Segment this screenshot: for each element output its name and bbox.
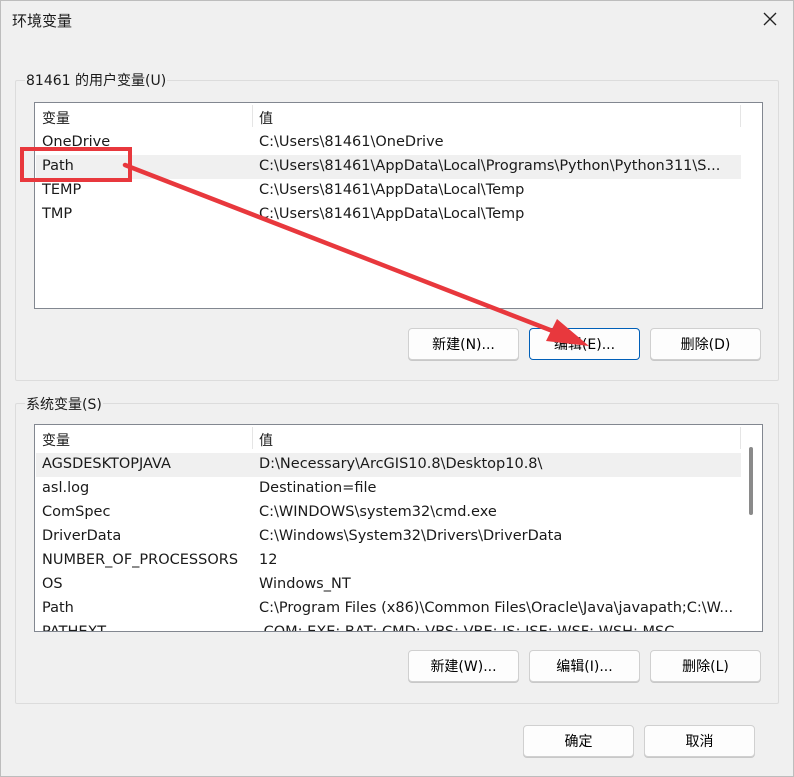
column-separator[interactable] bbox=[252, 427, 253, 449]
list-item[interactable]: Path C:\Program Files (x86)\Common Files… bbox=[36, 597, 741, 621]
column-header-variable[interactable]: 变量 bbox=[42, 108, 70, 128]
ok-button[interactable]: 确定 bbox=[523, 725, 634, 757]
list-header: 变量 值 bbox=[35, 103, 762, 129]
close-button[interactable] bbox=[747, 1, 793, 37]
close-icon bbox=[763, 12, 777, 26]
system-new-button[interactable]: 新建(W)... bbox=[408, 650, 519, 682]
variable-value: C:\Program Files (x86)\Common Files\Orac… bbox=[259, 600, 734, 616]
cancel-button[interactable]: 取消 bbox=[644, 725, 755, 757]
scrollbar-thumb[interactable] bbox=[749, 447, 753, 515]
system-delete-button[interactable]: 删除(L) bbox=[650, 650, 761, 682]
variable-name: AGSDESKTOPJAVA bbox=[42, 456, 171, 472]
column-separator[interactable] bbox=[740, 105, 741, 127]
system-variables-list[interactable]: 变量 值 AGSDESKTOPJAVA D:\Necessary\ArcGIS1… bbox=[34, 424, 763, 632]
variable-value: Destination=file bbox=[259, 480, 377, 496]
column-header-value[interactable]: 值 bbox=[259, 108, 273, 128]
variable-name: DriverData bbox=[42, 528, 122, 544]
user-new-button[interactable]: 新建(N)... bbox=[408, 328, 519, 360]
list-item[interactable]: TMP C:\Users\81461\AppData\Local\Temp bbox=[36, 203, 741, 227]
user-delete-button[interactable]: 删除(D) bbox=[650, 328, 761, 360]
variable-value: 12 bbox=[259, 552, 278, 568]
title-bar: 环境变量 bbox=[1, 1, 793, 39]
variable-value: C:\Users\81461\OneDrive bbox=[259, 134, 444, 150]
user-edit-button[interactable]: 编辑(E)... bbox=[529, 328, 640, 360]
column-header-value[interactable]: 值 bbox=[259, 430, 273, 450]
variable-value: D:\Necessary\ArcGIS10.8\Desktop10.8\ bbox=[259, 456, 543, 472]
variable-value: Windows_NT bbox=[259, 576, 351, 592]
variable-value: C:\Users\81461\AppData\Local\Temp bbox=[259, 206, 525, 222]
variable-name: OS bbox=[42, 576, 63, 592]
variable-name: NUMBER_OF_PROCESSORS bbox=[42, 552, 239, 568]
variable-value: .COM;.EXE;.BAT;.CMD;.VBS;.VBE;.JS;.JSE;.… bbox=[259, 624, 675, 632]
window-title: 环境变量 bbox=[12, 12, 73, 30]
list-item[interactable]: OneDrive C:\Users\81461\OneDrive bbox=[36, 131, 741, 155]
list-item[interactable]: DriverData C:\Windows\System32\Drivers\D… bbox=[36, 525, 741, 549]
environment-variables-dialog: 环境变量 81461 的用户变量(U) 变量 值 OneDrive C:\Use… bbox=[0, 0, 794, 777]
list-item[interactable]: ComSpec C:\WINDOWS\system32\cmd.exe bbox=[36, 501, 741, 525]
list-item[interactable]: PATHEXT .COM;.EXE;.BAT;.CMD;.VBS;.VBE;.J… bbox=[36, 621, 741, 632]
variable-value: C:\WINDOWS\system32\cmd.exe bbox=[259, 504, 497, 520]
user-variables-label: 81461 的用户变量(U) bbox=[25, 70, 168, 90]
variable-name: PATHEXT bbox=[42, 624, 107, 632]
system-variables-label: 系统变量(S) bbox=[25, 394, 103, 414]
list-item[interactable]: OS Windows_NT bbox=[36, 573, 741, 597]
variable-name: ComSpec bbox=[42, 504, 111, 520]
variable-value: C:\Users\81461\AppData\Local\Programs\Py… bbox=[259, 158, 721, 174]
variable-name: Path bbox=[42, 600, 74, 616]
variable-name: asl.log bbox=[42, 480, 90, 496]
list-header: 变量 值 bbox=[35, 425, 762, 451]
annotation-highlight-box bbox=[20, 147, 132, 182]
column-header-variable[interactable]: 变量 bbox=[42, 430, 70, 450]
variable-name: TMP bbox=[42, 206, 73, 222]
list-item[interactable]: TEMP C:\Users\81461\AppData\Local\Temp bbox=[36, 179, 741, 203]
column-separator[interactable] bbox=[252, 105, 253, 127]
variable-name: TEMP bbox=[42, 182, 82, 198]
list-item[interactable]: AGSDESKTOPJAVA D:\Necessary\ArcGIS10.8\D… bbox=[36, 453, 741, 477]
list-item[interactable]: asl.log Destination=file bbox=[36, 477, 741, 501]
column-separator[interactable] bbox=[740, 427, 741, 449]
list-item-selected[interactable]: Path C:\Users\81461\AppData\Local\Progra… bbox=[36, 155, 741, 179]
system-edit-button[interactable]: 编辑(I)... bbox=[529, 650, 640, 682]
list-item[interactable]: NUMBER_OF_PROCESSORS 12 bbox=[36, 549, 741, 573]
variable-value: C:\Users\81461\AppData\Local\Temp bbox=[259, 182, 525, 198]
variable-value: C:\Windows\System32\Drivers\DriverData bbox=[259, 528, 563, 544]
user-variables-list[interactable]: 变量 值 OneDrive C:\Users\81461\OneDrive Pa… bbox=[34, 102, 763, 309]
